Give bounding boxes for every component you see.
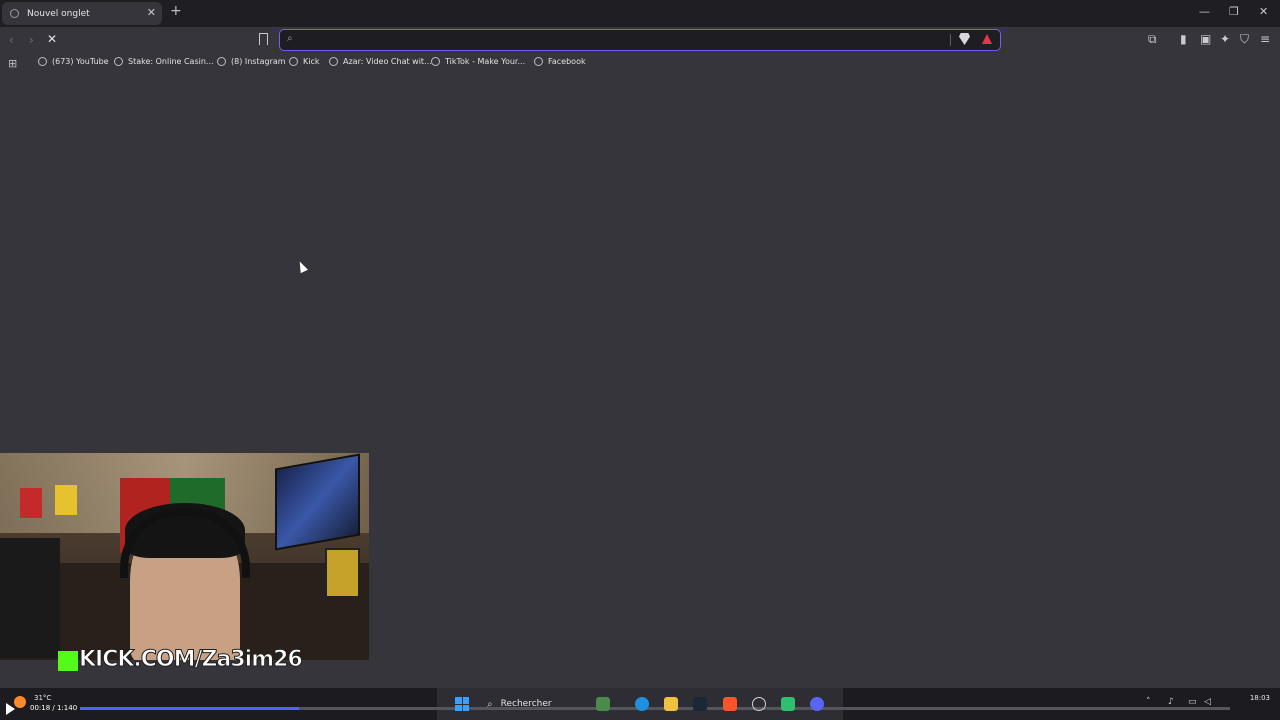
leo-ai-icon[interactable]: ⧉ xyxy=(1148,32,1157,47)
close-tab-icon[interactable]: ✕ xyxy=(147,6,156,19)
new-tab-button[interactable]: + xyxy=(170,3,182,19)
tab-title: Nouvel onglet xyxy=(27,8,90,19)
sparkle-icon[interactable]: ✦ xyxy=(1220,32,1230,46)
weather-temp: 31°C xyxy=(34,694,52,702)
bookmark-label: Facebook xyxy=(548,57,586,66)
volume-icon[interactable]: ◁ xyxy=(1204,697,1211,707)
bookmark-item[interactable]: Stake: Online Casin... xyxy=(114,57,214,66)
discord-icon[interactable] xyxy=(810,697,824,711)
bookmark-item[interactable]: Facebook xyxy=(534,57,586,66)
edge-icon[interactable] xyxy=(635,697,649,711)
stop-loading-button[interactable]: ✕ xyxy=(47,32,57,46)
minimize-button[interactable]: — xyxy=(1199,5,1210,18)
clock-time[interactable]: 18:03 xyxy=(1240,694,1270,702)
brave-shields-icon[interactable] xyxy=(959,33,970,45)
steam-icon[interactable] xyxy=(693,697,707,711)
globe-icon xyxy=(431,57,440,66)
globe-icon xyxy=(329,57,338,66)
search-icon: ⌕ xyxy=(487,698,493,710)
wallet-icon[interactable]: ▣ xyxy=(1200,32,1211,46)
globe-icon xyxy=(10,9,19,18)
globe-icon xyxy=(534,57,543,66)
bookmark-item[interactable]: (673) YouTube xyxy=(38,57,109,66)
address-bar[interactable]: ⌕ xyxy=(279,29,1001,51)
globe-icon xyxy=(217,57,226,66)
menu-icon[interactable]: ≡ xyxy=(1260,32,1270,46)
clock-app-icon[interactable] xyxy=(752,697,766,711)
bookmark-label: (673) YouTube xyxy=(52,57,109,66)
network-icon[interactable]: ▭ xyxy=(1188,697,1197,707)
close-window-button[interactable]: ✕ xyxy=(1259,5,1268,18)
globe-icon xyxy=(38,57,47,66)
tab-bar: Nouvel onglet ✕ + — ❐ ✕ xyxy=(0,0,1280,27)
app-icon[interactable] xyxy=(781,697,795,711)
toolbar: ‹ › ✕ ⌕ ⧉ ▮ ▣ ✦ ⛉ ≡ xyxy=(0,27,1280,53)
bookmark-label: Azar: Video Chat wit... xyxy=(343,57,432,66)
brave-rewards-icon[interactable] xyxy=(982,34,992,44)
globe-icon xyxy=(114,57,123,66)
jersey xyxy=(20,488,42,518)
kick-logo-icon xyxy=(58,651,78,671)
brave-icon[interactable] xyxy=(723,697,737,711)
chair xyxy=(0,538,60,658)
bookmark-icon[interactable] xyxy=(259,33,268,45)
video-time: 00:18 / 1:140 xyxy=(30,704,78,712)
progress-fill xyxy=(80,707,299,710)
bookmarks-bar: ⊞ (673) YouTube Stake: Online Casin... (… xyxy=(0,53,1280,73)
bookmark-label: (8) Instagram xyxy=(231,57,286,66)
windows-start-icon[interactable] xyxy=(455,697,469,711)
search-label: Rechercher xyxy=(500,699,552,709)
weather-icon[interactable] xyxy=(14,696,26,708)
bookmark-label: Kick xyxy=(303,57,320,66)
video-progress-bar[interactable] xyxy=(80,707,1230,710)
poster xyxy=(325,548,360,598)
search-icon: ⌕ xyxy=(287,33,293,44)
kick-channel-text: KICK.COM/Za3im26 xyxy=(79,647,304,673)
jersey xyxy=(55,485,77,515)
widget-icon[interactable] xyxy=(596,697,610,711)
chevron-up-icon[interactable]: ˄ xyxy=(1146,697,1151,707)
vpn-shield-icon[interactable]: ⛉ xyxy=(1240,32,1249,47)
bookmark-label: Stake: Online Casin... xyxy=(128,57,214,66)
address-input[interactable] xyxy=(304,32,944,48)
bookmark-item[interactable]: (8) Instagram xyxy=(217,57,286,66)
restore-button[interactable]: ❐ xyxy=(1229,5,1239,18)
bookmark-item[interactable]: Azar: Video Chat wit... xyxy=(329,57,432,66)
back-button[interactable]: ‹ xyxy=(9,33,14,47)
sidebar-icon[interactable]: ▮ xyxy=(1180,32,1187,46)
microphone-icon[interactable]: ♪ xyxy=(1168,697,1174,707)
divider xyxy=(950,34,951,46)
webcam-overlay xyxy=(0,453,369,660)
bookmark-item[interactable]: Kick xyxy=(289,57,320,66)
tab-new-tab[interactable]: Nouvel onglet ✕ xyxy=(2,2,162,25)
bookmark-label: TikTok - Make Your... xyxy=(445,57,526,66)
tv-screen xyxy=(275,453,360,551)
apps-grid-icon[interactable]: ⊞ xyxy=(8,57,17,70)
bookmark-item[interactable]: TikTok - Make Your... xyxy=(431,57,525,66)
file-explorer-icon[interactable] xyxy=(664,697,678,711)
play-icon[interactable] xyxy=(6,703,15,715)
globe-icon xyxy=(289,57,298,66)
forward-button[interactable]: › xyxy=(29,33,34,47)
taskbar: 31°C 00:18 / 1:140 ⌕ Rechercher ˄ ♪ ▭ ◁ 1… xyxy=(0,688,1280,720)
